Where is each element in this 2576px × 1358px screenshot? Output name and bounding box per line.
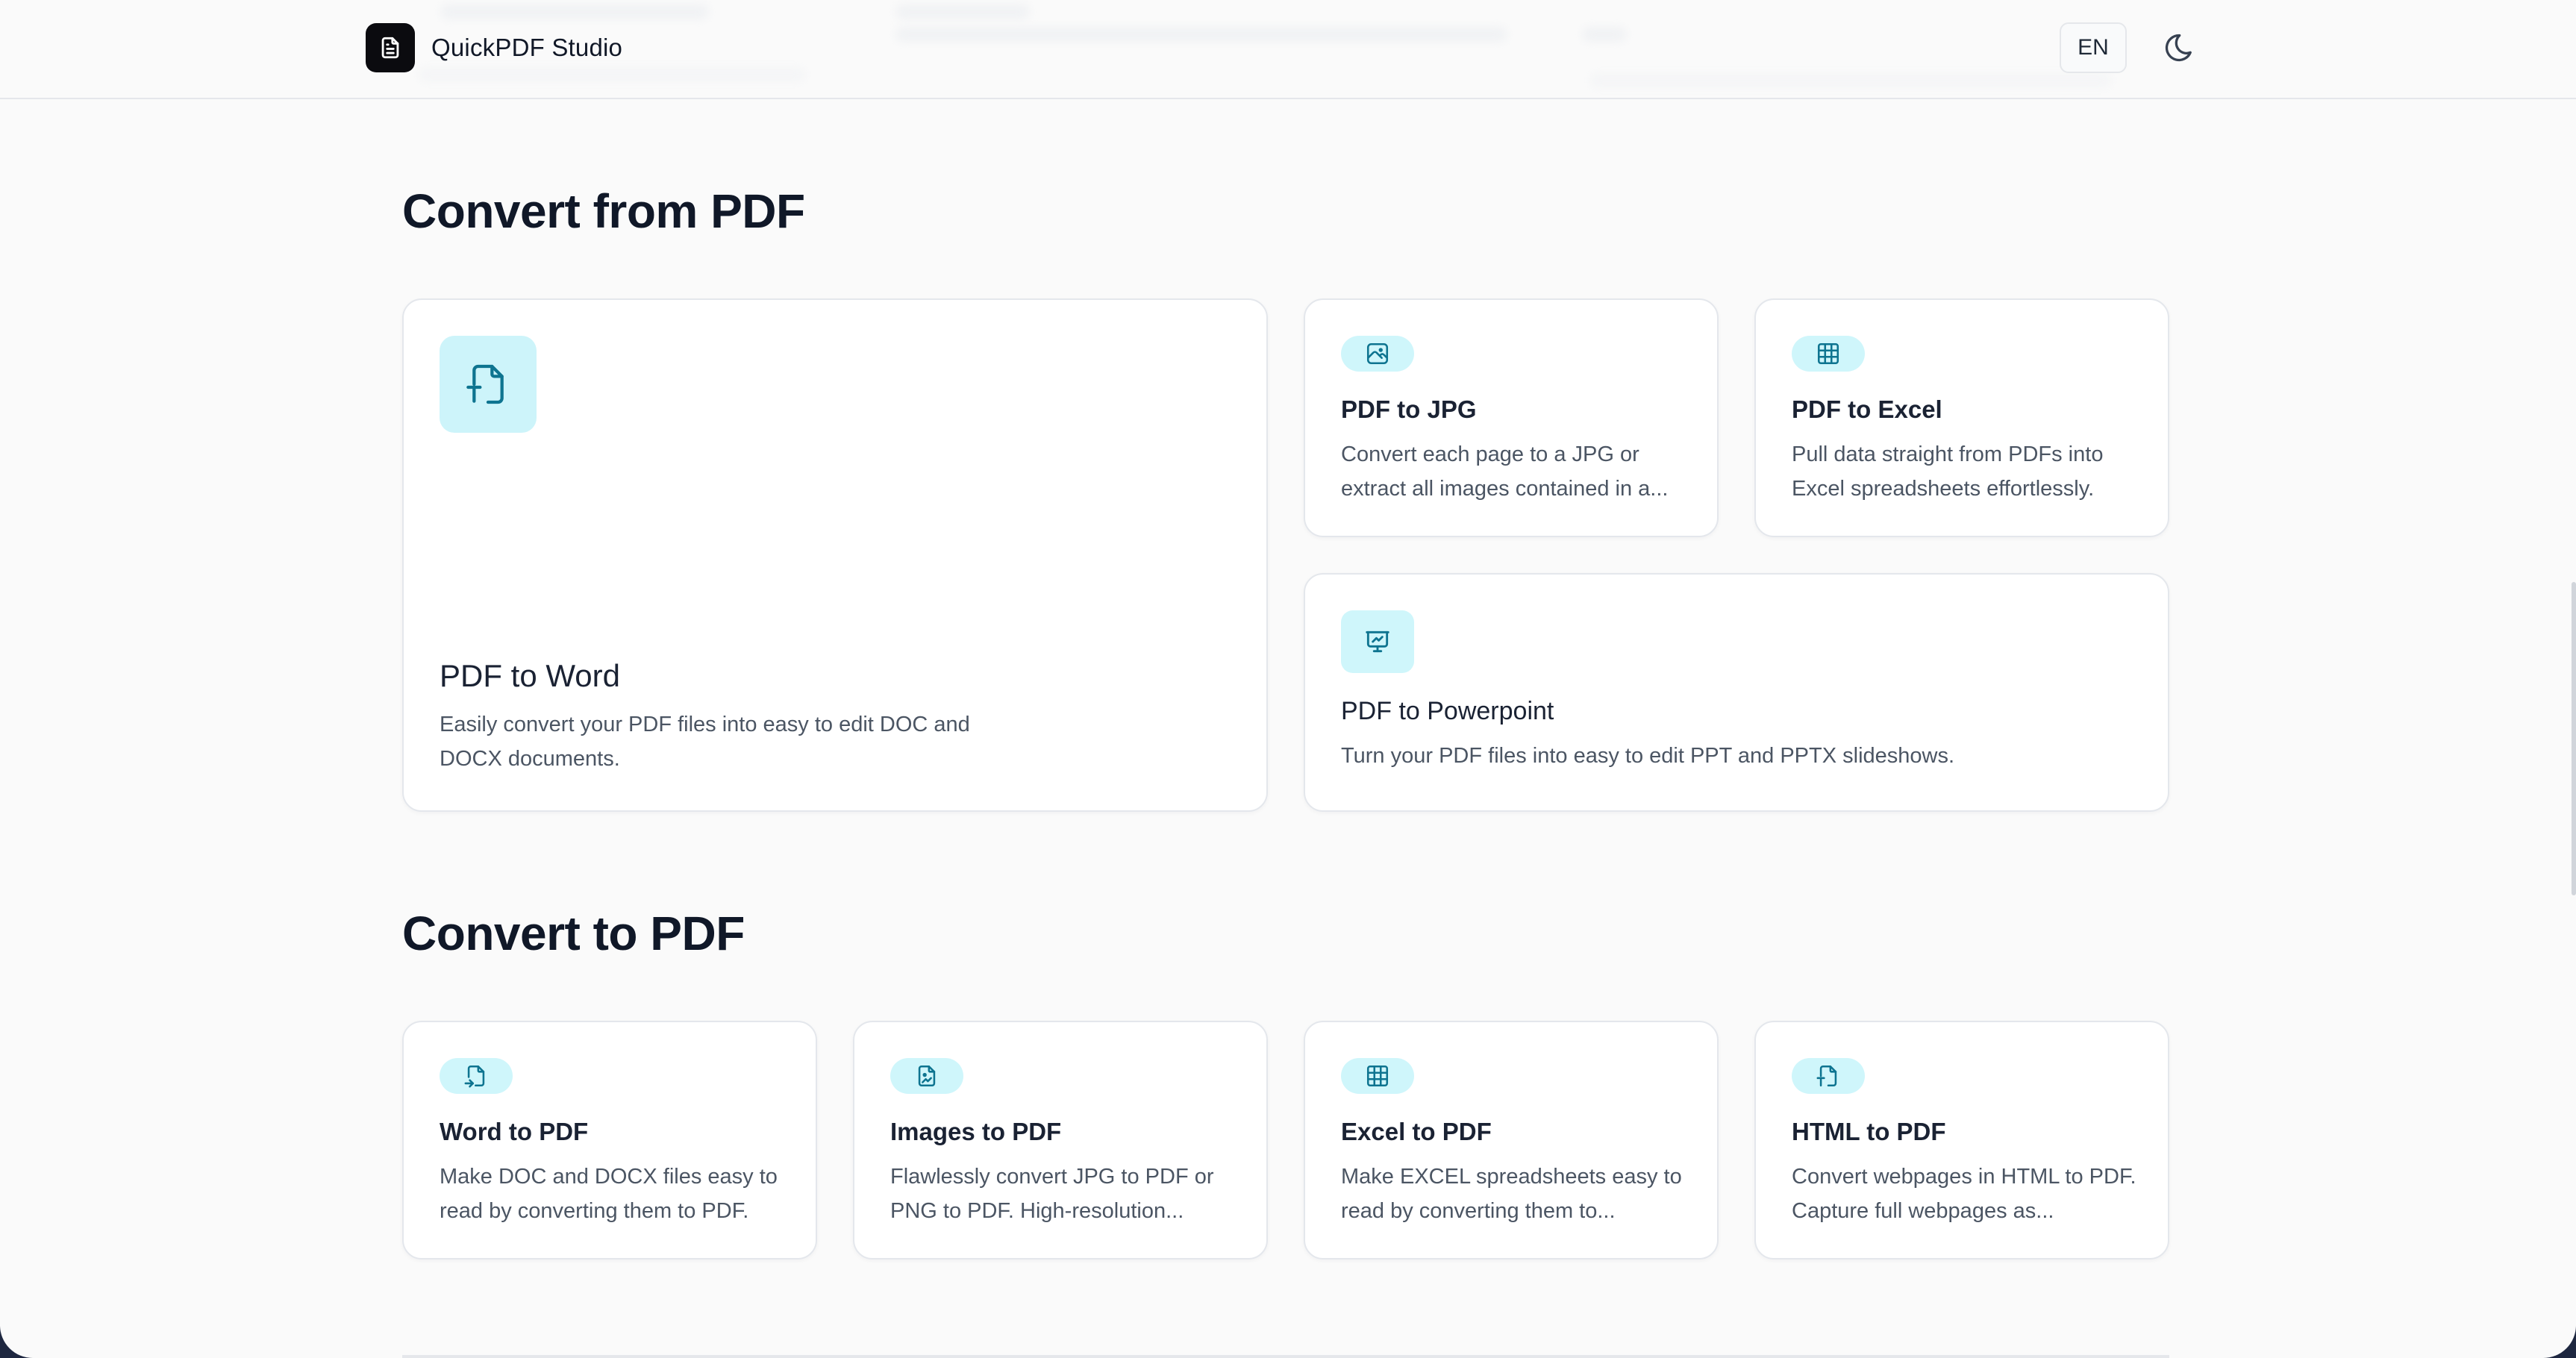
page: QuickPDF Studio EN Convert from PDF PDF … <box>0 0 2576 1358</box>
tool-card-images-to-pdf[interactable]: Images to PDF Flawlessly convert JPG to … <box>853 1021 1268 1260</box>
table-icon <box>1792 336 1865 372</box>
tool-card-excel-to-pdf[interactable]: Excel to PDF Make EXCEL spreadsheets eas… <box>1304 1021 1719 1260</box>
tool-description: Turn your PDF files into easy to edit PP… <box>1341 744 1955 768</box>
blurred-background-text <box>1589 73 2112 88</box>
tool-description: Pull data straight from PDFs into Excel … <box>1792 442 2104 501</box>
file-import-icon <box>440 1058 513 1094</box>
moon-icon <box>2165 34 2192 62</box>
tool-description: Make EXCEL spreadsheets easy to read by … <box>1341 1165 1682 1223</box>
blurred-background-text <box>895 4 1030 19</box>
tool-card-word-to-pdf[interactable]: Word to PDF Make DOC and DOCX files easy… <box>402 1021 817 1260</box>
tool-card-pdf-to-jpg[interactable]: PDF to JPG Convert each page to a JPG or… <box>1304 298 1719 537</box>
tool-title: HTML to PDF <box>1792 1118 1946 1145</box>
file-type-icon <box>1792 1058 1865 1094</box>
tool-card-pdf-to-excel[interactable]: PDF to Excel Pull data straight from PDF… <box>1754 298 2169 537</box>
tool-title: PDF to Excel <box>1792 395 1942 423</box>
tool-card-pdf-to-word[interactable]: PDF to Word Easily convert your PDF file… <box>402 298 1268 812</box>
photo-icon <box>1341 336 1414 372</box>
tool-description: Easily convert your PDF files into easy … <box>440 713 970 771</box>
blurred-background-text <box>440 4 709 19</box>
document-icon <box>366 23 415 72</box>
section-title-convert-from: Convert from PDF <box>402 184 805 238</box>
tool-title: Images to PDF <box>890 1118 1062 1145</box>
scrollbar-thumb[interactable] <box>2572 582 2576 895</box>
blurred-background-text <box>1582 27 1627 42</box>
brand-name: QuickPDF Studio <box>431 34 623 61</box>
tool-title: Excel to PDF <box>1341 1118 1492 1145</box>
tool-description: Make DOC and DOCX files easy to read by … <box>440 1165 778 1223</box>
tool-title: PDF to Word <box>440 658 620 693</box>
divider <box>402 1355 2169 1358</box>
tool-title: PDF to JPG <box>1341 395 1477 423</box>
table-icon <box>1341 1058 1414 1094</box>
theme-toggle-button[interactable] <box>2157 25 2201 70</box>
file-image-icon <box>890 1058 963 1094</box>
tool-description: Flawlessly convert JPG to PDF or PNG to … <box>890 1165 1214 1223</box>
tool-description: Convert webpages in HTML to PDF. Capture… <box>1792 1165 2136 1223</box>
tool-description: Convert each page to a JPG or extract al… <box>1341 442 1669 501</box>
file-type-icon <box>440 336 537 433</box>
top-nav: QuickPDF Studio EN <box>0 0 2576 99</box>
blurred-background-text <box>895 27 1507 42</box>
section-title-convert-to: Convert to PDF <box>402 907 745 960</box>
brand-home-link[interactable]: QuickPDF Studio <box>366 23 622 72</box>
tool-title: PDF to Powerpoint <box>1341 697 1554 725</box>
tool-card-html-to-pdf[interactable]: HTML to PDF Convert webpages in HTML to … <box>1754 1021 2169 1260</box>
language-selector[interactable]: EN <box>2060 22 2127 73</box>
tool-card-pdf-to-powerpoint[interactable]: PDF to Powerpoint Turn your PDF files in… <box>1304 573 2169 812</box>
presentation-icon <box>1341 610 1414 673</box>
tool-title: Word to PDF <box>440 1118 589 1145</box>
